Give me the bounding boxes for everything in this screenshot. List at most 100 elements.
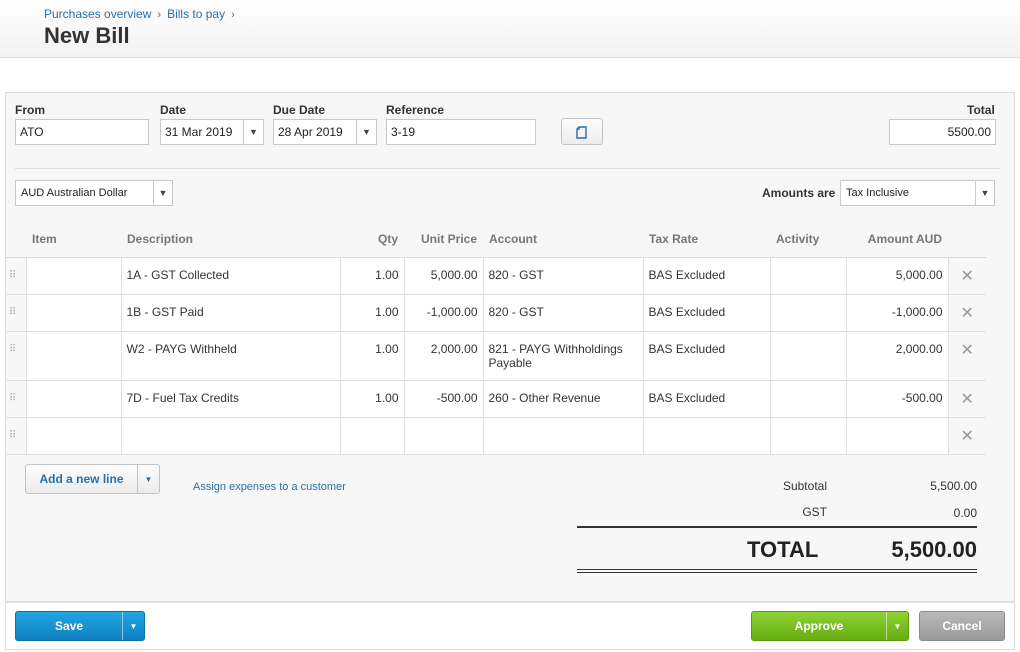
description-cell[interactable]: 7D - Fuel Tax Credits bbox=[120, 379, 341, 418]
delete-row-icon[interactable]: ✕ bbox=[947, 330, 986, 381]
chevron-down-icon[interactable]: ▼ bbox=[356, 120, 376, 144]
save-label[interactable]: Save bbox=[16, 612, 122, 640]
total-field[interactable]: 5500.00 bbox=[889, 119, 996, 145]
date-field[interactable]: 31 Mar 2019 ▼ bbox=[160, 119, 264, 145]
account-cell[interactable]: 821 - PAYG Withholdings Payable bbox=[482, 330, 644, 381]
double-divider bbox=[577, 569, 977, 573]
amounts-are-value[interactable]: Tax Inclusive bbox=[841, 181, 975, 205]
page-title: New Bill bbox=[44, 23, 130, 48]
tax-rate-cell[interactable]: BAS Excluded bbox=[642, 330, 771, 381]
unit-price-cell[interactable]: 2,000.00 bbox=[403, 330, 484, 381]
unit-price-cell[interactable]: 5,000.00 bbox=[403, 256, 484, 295]
amount-cell[interactable]: -500.00 bbox=[845, 379, 949, 418]
unit-price-cell[interactable] bbox=[403, 416, 484, 455]
activity-cell[interactable] bbox=[769, 416, 847, 455]
qty-cell[interactable] bbox=[339, 416, 405, 455]
chevron-down-icon[interactable]: ▼ bbox=[122, 612, 144, 640]
unit-price-cell[interactable]: -1,000.00 bbox=[403, 293, 484, 332]
chevron-down-icon[interactable]: ▼ bbox=[243, 120, 263, 144]
qty-cell[interactable]: 1.00 bbox=[339, 379, 405, 418]
breadcrumb-bills-to-pay[interactable]: Bills to pay bbox=[167, 7, 225, 21]
header-drag bbox=[6, 221, 26, 258]
amounts-are-select[interactable]: Tax Inclusive ▼ bbox=[840, 180, 995, 206]
reference-label: Reference bbox=[386, 103, 445, 117]
drag-handle-icon[interactable]: ⠿ bbox=[6, 416, 27, 455]
description-cell[interactable] bbox=[120, 416, 341, 455]
gst-label: GST bbox=[802, 505, 827, 519]
approve-button[interactable]: Approve ▼ bbox=[751, 611, 909, 641]
cancel-button[interactable]: Cancel bbox=[919, 611, 1005, 641]
reference-field[interactable]: 3-19 bbox=[386, 119, 536, 145]
divider bbox=[15, 168, 1000, 169]
chevron-down-icon[interactable]: ▼ bbox=[886, 612, 908, 640]
amount-cell[interactable]: 2,000.00 bbox=[845, 330, 949, 381]
drag-handle-icon[interactable]: ⠿ bbox=[6, 330, 27, 381]
unit-price-cell[interactable]: -500.00 bbox=[403, 379, 484, 418]
date-value[interactable]: 31 Mar 2019 bbox=[161, 120, 243, 144]
grand-total-value: 5,500.00 bbox=[891, 537, 977, 562]
due-date-field[interactable]: 28 Apr 2019 ▼ bbox=[273, 119, 377, 145]
chevron-down-icon[interactable]: ▼ bbox=[137, 465, 159, 493]
total-label: Total bbox=[967, 103, 995, 117]
header-unit-price: Unit Price bbox=[404, 221, 483, 258]
add-new-line-button[interactable]: Add a new line ▼ bbox=[25, 464, 160, 494]
drag-handle-icon[interactable]: ⠿ bbox=[6, 379, 27, 418]
chevron-down-icon[interactable]: ▼ bbox=[975, 181, 994, 205]
tax-rate-cell[interactable]: BAS Excluded bbox=[642, 379, 771, 418]
amounts-are-label: Amounts are bbox=[762, 186, 836, 200]
item-cell[interactable] bbox=[25, 256, 122, 295]
line-items-table: Item Description Qty Unit Price Account … bbox=[6, 221, 986, 455]
tax-rate-cell[interactable]: BAS Excluded bbox=[642, 293, 771, 332]
description-cell[interactable]: W2 - PAYG Withheld bbox=[120, 330, 341, 381]
header-activity: Activity bbox=[770, 221, 846, 258]
account-cell[interactable]: 260 - Other Revenue bbox=[482, 379, 644, 418]
currency-value[interactable]: AUD Australian Dollar bbox=[16, 181, 153, 205]
approve-label[interactable]: Approve bbox=[752, 612, 886, 640]
date-label: Date bbox=[160, 103, 187, 117]
header-description: Description bbox=[121, 221, 340, 258]
account-cell[interactable]: 820 - GST bbox=[482, 293, 644, 332]
page-header: Purchases overview › Bills to pay › New Bil… bbox=[0, 0, 1020, 58]
assign-expenses-link[interactable]: Assign expenses to a customer bbox=[193, 481, 346, 493]
chevron-down-icon[interactable]: ▼ bbox=[153, 181, 172, 205]
table-row: ⠿ 1B - GST Paid 1.00 -1,000.00 820 - GST… bbox=[6, 293, 986, 332]
due-date-value[interactable]: 28 Apr 2019 bbox=[274, 120, 356, 144]
amount-cell[interactable]: 5,000.00 bbox=[845, 256, 949, 295]
delete-row-icon[interactable]: ✕ bbox=[947, 293, 986, 332]
header-account: Account bbox=[483, 221, 643, 258]
description-cell[interactable]: 1B - GST Paid bbox=[120, 293, 341, 332]
account-cell[interactable]: 820 - GST bbox=[482, 256, 644, 295]
breadcrumb-purchases-overview[interactable]: Purchases overview bbox=[44, 7, 151, 21]
account-cell[interactable] bbox=[482, 416, 644, 455]
tax-rate-cell[interactable] bbox=[642, 416, 771, 455]
activity-cell[interactable] bbox=[769, 379, 847, 418]
item-cell[interactable] bbox=[25, 293, 122, 332]
description-cell[interactable]: 1A - GST Collected bbox=[120, 256, 341, 295]
item-cell[interactable] bbox=[25, 330, 122, 381]
table-row: ⠿ 7D - Fuel Tax Credits 1.00 -500.00 260… bbox=[6, 379, 986, 418]
amount-cell[interactable] bbox=[845, 416, 949, 455]
subtotal-value: 5,500.00 bbox=[930, 479, 977, 493]
amount-cell[interactable]: -1,000.00 bbox=[845, 293, 949, 332]
activity-cell[interactable] bbox=[769, 256, 847, 295]
item-cell[interactable] bbox=[25, 416, 122, 455]
delete-row-icon[interactable]: ✕ bbox=[947, 416, 986, 455]
drag-handle-icon[interactable]: ⠿ bbox=[6, 256, 27, 295]
drag-handle-icon[interactable]: ⠿ bbox=[6, 293, 27, 332]
copy-button[interactable] bbox=[561, 118, 603, 145]
item-cell[interactable] bbox=[25, 379, 122, 418]
delete-row-icon[interactable]: ✕ bbox=[947, 379, 986, 418]
qty-cell[interactable]: 1.00 bbox=[339, 330, 405, 381]
from-field[interactable]: ATO bbox=[15, 119, 149, 145]
add-new-line-label[interactable]: Add a new line bbox=[26, 465, 137, 493]
activity-cell[interactable] bbox=[769, 330, 847, 381]
qty-cell[interactable]: 1.00 bbox=[339, 293, 405, 332]
breadcrumb-separator: › bbox=[231, 9, 235, 21]
activity-cell[interactable] bbox=[769, 293, 847, 332]
delete-row-icon[interactable]: ✕ bbox=[947, 256, 986, 295]
qty-cell[interactable]: 1.00 bbox=[339, 256, 405, 295]
tax-rate-cell[interactable]: BAS Excluded bbox=[642, 256, 771, 295]
currency-select[interactable]: AUD Australian Dollar ▼ bbox=[15, 180, 173, 206]
subtotal-label: Subtotal bbox=[782, 479, 827, 493]
save-button[interactable]: Save ▼ bbox=[15, 611, 145, 641]
